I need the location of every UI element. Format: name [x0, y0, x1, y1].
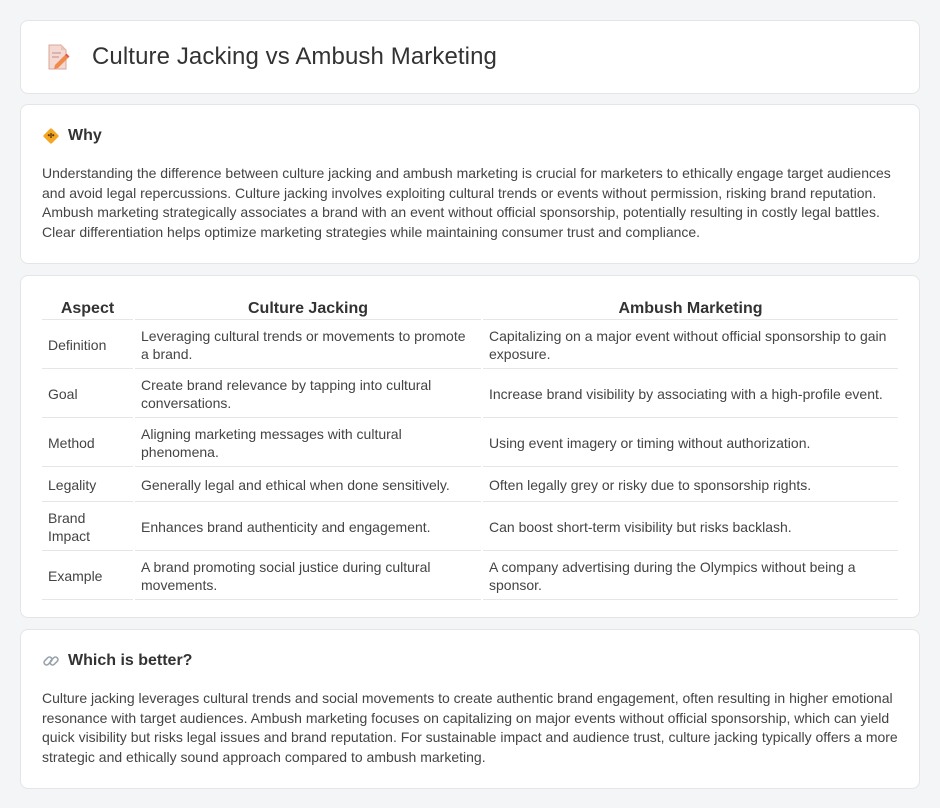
table-row: Method Aligning marketing messages with …: [42, 420, 898, 467]
row-culture-jacking: Enhances brand authenticity and engageme…: [135, 504, 481, 551]
table-row: Legality Generally legal and ethical whe…: [42, 469, 898, 502]
better-heading: Which is better?: [42, 652, 898, 670]
row-aspect: Method: [42, 420, 133, 467]
row-ambush-marketing: Often legally grey or risky due to spons…: [483, 469, 898, 502]
document-pencil-icon: [48, 44, 70, 70]
row-aspect: Goal: [42, 371, 133, 418]
row-ambush-marketing: Using event imagery or timing without au…: [483, 420, 898, 467]
table-row: Definition Leveraging cultural trends or…: [42, 322, 898, 369]
row-culture-jacking: A brand promoting social justice during …: [135, 553, 481, 600]
why-heading: Why: [42, 127, 898, 145]
header-aspect: Aspect: [42, 298, 133, 320]
row-aspect: Brand Impact: [42, 504, 133, 551]
why-section: Why Understanding the difference between…: [20, 104, 920, 264]
row-ambush-marketing: Increase brand visibility by associating…: [483, 371, 898, 418]
row-aspect: Definition: [42, 322, 133, 369]
header-ambush-marketing: Ambush Marketing: [483, 298, 898, 320]
row-culture-jacking: Generally legal and ethical when done se…: [135, 469, 481, 502]
table-row: Example A brand promoting social justice…: [42, 553, 898, 600]
row-culture-jacking: Create brand relevance by tapping into c…: [135, 371, 481, 418]
page-title: Culture Jacking vs Ambush Marketing: [92, 43, 498, 70]
table-row: Brand Impact Enhances brand authenticity…: [42, 504, 898, 551]
row-culture-jacking: Aligning marketing messages with cultura…: [135, 420, 481, 467]
why-text: Understanding the difference between cul…: [42, 165, 891, 240]
link-icon: [43, 656, 59, 666]
table-header-row: Aspect Culture Jacking Ambush Marketing: [42, 298, 898, 320]
better-text: Culture jacking leverages cultural trend…: [42, 690, 898, 765]
row-aspect: Example: [42, 553, 133, 600]
row-culture-jacking: Leveraging cultural trends or movements …: [135, 322, 481, 369]
header-card: Culture Jacking vs Ambush Marketing: [20, 20, 920, 94]
row-ambush-marketing: A company advertising during the Olympic…: [483, 553, 898, 600]
table-row: Goal Create brand relevance by tapping i…: [42, 371, 898, 418]
comparison-table: Aspect Culture Jacking Ambush Marketing …: [40, 296, 900, 602]
row-ambush-marketing: Capitalizing on a major event without of…: [483, 322, 898, 369]
header-culture-jacking: Culture Jacking: [135, 298, 481, 320]
which-is-better-section: Which is better? Culture jacking leverag…: [20, 629, 920, 789]
row-aspect: Legality: [42, 469, 133, 502]
diamond-warning-icon: [43, 128, 59, 144]
comparison-table-card: Aspect Culture Jacking Ambush Marketing …: [20, 275, 920, 618]
better-title: Which is better?: [68, 652, 193, 669]
row-ambush-marketing: Can boost short-term visibility but risk…: [483, 504, 898, 551]
why-title: Why: [68, 127, 102, 144]
